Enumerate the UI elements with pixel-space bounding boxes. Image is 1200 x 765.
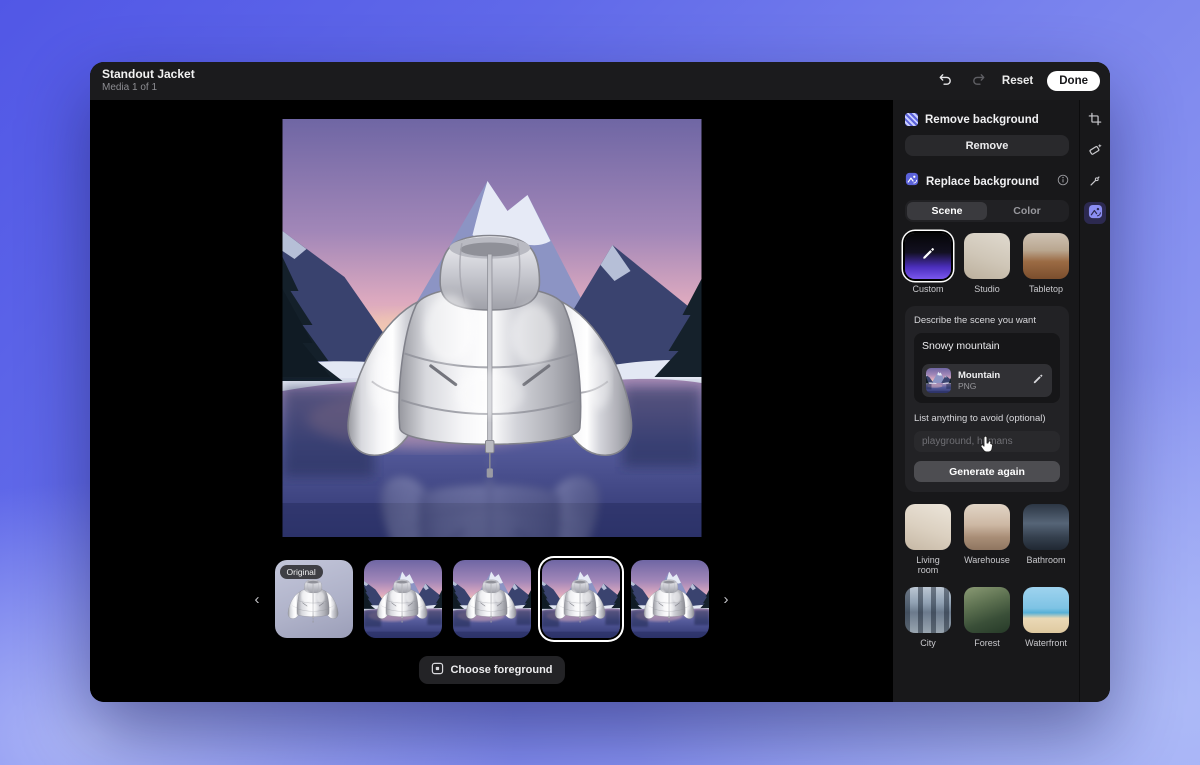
replace-background-tool-button[interactable]	[1084, 202, 1106, 224]
edit-attachment-icon[interactable]	[1032, 372, 1044, 390]
reset-button[interactable]: Reset	[1002, 75, 1033, 87]
info-icon[interactable]	[1057, 173, 1069, 191]
city-preview-image	[905, 587, 951, 633]
thumbnail-variant-3-selected[interactable]	[542, 560, 620, 638]
replace-background-title: Replace background	[926, 176, 1050, 188]
redo-icon	[971, 72, 986, 90]
preset-city[interactable]: City	[905, 587, 951, 648]
forest-preview-image	[964, 587, 1010, 633]
scene-preset-grid: Living room Warehouse Bathroom City Fore…	[905, 504, 1069, 648]
warehouse-preview-image	[964, 504, 1010, 550]
canvas-area: ‹ Original	[90, 100, 893, 702]
media-title: Standout Jacket	[102, 68, 195, 82]
preset-bathroom[interactable]: Bathroom	[1023, 504, 1069, 575]
scene-mode-row: Custom Studio Tabletop	[905, 233, 1069, 294]
choose-foreground-label: Choose foreground	[450, 664, 552, 676]
describe-scene-value: Snowy mountain	[922, 340, 1052, 352]
attachment-type: PNG	[958, 381, 1025, 391]
mode-tabletop-label: Tabletop	[1023, 284, 1069, 294]
replace-background-icon	[1088, 204, 1103, 222]
remove-background-title: Remove background	[925, 114, 1069, 126]
bathroom-preview-image	[1023, 504, 1069, 550]
describe-scene-input[interactable]: Snowy mountain Mountain PNG	[914, 333, 1060, 403]
attachment-thumbnail	[926, 368, 951, 393]
strip-prev-button[interactable]: ‹	[251, 587, 264, 612]
adjust-wand-tool-button[interactable]	[1084, 171, 1106, 193]
mode-studio-label: Studio	[964, 284, 1010, 294]
pencil-icon	[921, 246, 936, 266]
describe-scene-label: Describe the scene you want	[914, 315, 1060, 326]
jacket-image	[463, 572, 519, 630]
choose-foreground-button[interactable]: Choose foreground	[418, 656, 564, 684]
preset-warehouse-label: Warehouse	[964, 555, 1010, 565]
preset-waterfront-label: Waterfront	[1023, 638, 1069, 648]
magic-eraser-icon	[1088, 142, 1103, 160]
custom-scene-panel: Describe the scene you want Snowy mounta…	[905, 306, 1069, 492]
media-counter: Media 1 of 1	[102, 82, 195, 94]
crop-tool-button[interactable]	[1084, 109, 1106, 131]
tab-color[interactable]: Color	[987, 202, 1067, 220]
foreground-target-icon	[430, 662, 443, 678]
remove-background-icon	[905, 113, 918, 126]
preset-forest[interactable]: Forest	[964, 587, 1010, 648]
thumbnail-variant-1[interactable]	[364, 560, 442, 638]
thumbnail-variant-2[interactable]	[453, 560, 531, 638]
adjust-wand-icon	[1088, 174, 1102, 191]
living-room-preview-image	[905, 504, 951, 550]
tabletop-preview-image	[1023, 233, 1069, 279]
jacket-image	[641, 572, 697, 630]
tool-strip	[1079, 100, 1110, 702]
thumbnail-strip: ‹ Original	[251, 560, 733, 638]
preset-bathroom-label: Bathroom	[1023, 555, 1069, 565]
jacket-image	[552, 572, 608, 630]
done-button[interactable]: Done	[1047, 71, 1100, 91]
remove-button[interactable]: Remove	[905, 135, 1069, 156]
scene-color-tabs: Scene Color	[905, 200, 1069, 222]
preset-living-room[interactable]: Living room	[905, 504, 951, 575]
jacket-image	[285, 572, 341, 630]
preset-living-room-label: Living room	[905, 555, 951, 575]
thumbnail-original[interactable]: Original	[275, 560, 353, 638]
redo-button[interactable]	[969, 70, 988, 92]
strip-next-button[interactable]: ›	[720, 587, 733, 612]
edited-image	[282, 119, 701, 537]
generate-again-button[interactable]: Generate again	[914, 461, 1060, 482]
crop-icon	[1088, 112, 1102, 129]
mode-tabletop[interactable]: Tabletop	[1023, 233, 1069, 294]
preset-warehouse[interactable]: Warehouse	[964, 504, 1010, 575]
preset-waterfront[interactable]: Waterfront	[1023, 587, 1069, 648]
thumbnail-variant-4[interactable]	[631, 560, 709, 638]
magic-eraser-tool-button[interactable]	[1084, 140, 1106, 162]
undo-button[interactable]	[936, 70, 955, 92]
top-bar: Standout Jacket Media 1 of 1 Reset Done	[90, 62, 1110, 100]
jacket-image	[374, 572, 430, 630]
edit-sidebar: Remove background Remove Replace backgro…	[893, 100, 1079, 702]
attachment-name: Mountain	[958, 370, 1025, 381]
jacket-image	[328, 192, 651, 518]
preset-forest-label: Forest	[964, 638, 1010, 648]
replace-background-icon	[905, 172, 919, 191]
studio-preview-image	[964, 233, 1010, 279]
undo-icon	[938, 72, 953, 90]
original-badge: Original	[280, 565, 323, 579]
mode-studio[interactable]: Studio	[964, 233, 1010, 294]
attachment-chip[interactable]: Mountain PNG	[922, 364, 1052, 397]
preset-city-label: City	[905, 638, 951, 648]
waterfront-preview-image	[1023, 587, 1069, 633]
editor-window: Standout Jacket Media 1 of 1 Reset Done	[90, 62, 1110, 702]
chevron-left-icon: ‹	[255, 591, 260, 608]
tab-scene[interactable]: Scene	[907, 202, 987, 220]
mode-custom-label: Custom	[905, 284, 951, 294]
avoid-input[interactable]	[914, 431, 1060, 452]
mode-custom[interactable]: Custom	[905, 233, 951, 294]
chevron-right-icon: ›	[724, 591, 729, 608]
media-title-block: Standout Jacket Media 1 of 1	[102, 68, 195, 93]
avoid-label: List anything to avoid (optional)	[914, 413, 1060, 424]
